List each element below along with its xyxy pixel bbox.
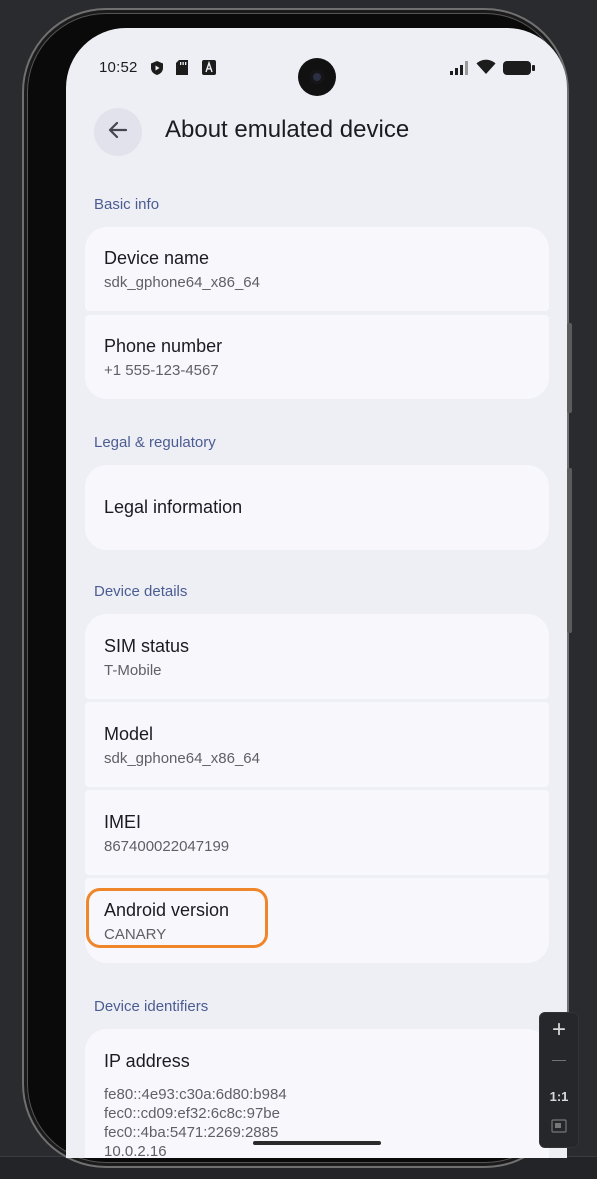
pref-legal-information[interactable]: Legal information: [85, 465, 549, 550]
a-notification-icon: [202, 60, 216, 80]
ip-line: fe80::4e93:c30a:6d80:b984: [104, 1086, 287, 1103]
pref-title: Phone number: [104, 336, 223, 356]
signal-icon: [450, 61, 470, 80]
section-legal: Legal & regulatory: [94, 434, 216, 451]
pref-ip-address[interactable]: IP address fe80::4e93:c30a:6d80:b984 fec…: [85, 1029, 549, 1158]
fit-screen-icon[interactable]: [540, 1119, 578, 1138]
pref-device-name[interactable]: Device name sdk_gphone64_x86_64: [85, 227, 549, 311]
pref-title: IMEI: [104, 812, 142, 832]
section-device-identifiers: Device identifiers: [94, 998, 209, 1015]
phone-frame: 10:52 About emulated device Basic info D…: [22, 8, 572, 1168]
ip-line: fec0::cd09:ef32:6c8c:97be: [104, 1105, 280, 1122]
pref-title: Device name: [104, 248, 210, 268]
device-screen: 10:52 About emulated device Basic info D…: [66, 28, 567, 1158]
ip-line: fec0::4ba:5471:2269:2885: [104, 1124, 279, 1141]
battery-icon: [503, 61, 535, 80]
front-camera: [298, 58, 336, 96]
volume-button: [567, 323, 572, 413]
zoom-controls: + — 1:1: [539, 1012, 579, 1148]
pref-summary: sdk_gphone64_x86_64: [104, 750, 260, 767]
zoom-out-button[interactable]: —: [540, 1051, 578, 1067]
arrow-left-icon: [107, 119, 129, 146]
status-time: 10:52: [99, 59, 138, 76]
pref-model[interactable]: Model sdk_gphone64_x86_64: [85, 702, 549, 787]
pref-sim-status[interactable]: SIM status T-Mobile: [85, 614, 549, 699]
pref-phone-number[interactable]: Phone number +1 555-123-4567: [85, 315, 549, 399]
pref-summary: 867400022047199: [104, 838, 230, 855]
pref-title: IP address: [104, 1051, 190, 1071]
pref-imei[interactable]: IMEI 867400022047199: [85, 790, 549, 875]
status-bar: 10:52: [66, 28, 567, 108]
gesture-navigation-bar[interactable]: [253, 1141, 381, 1145]
section-basic-info: Basic info: [94, 196, 160, 213]
power-button: [567, 468, 572, 633]
play-protect-icon: [150, 60, 164, 81]
pref-summary: fe80::4e93:c30a:6d80:b984 fec0::cd09:ef3…: [104, 1085, 287, 1158]
pref-title: Legal information: [104, 497, 243, 517]
wifi-icon: [476, 59, 496, 80]
pref-title: SIM status: [104, 636, 190, 656]
annotation-highlight: [86, 888, 268, 948]
page-title: About emulated device: [165, 116, 410, 143]
sd-card-icon: [176, 60, 188, 80]
back-button[interactable]: [94, 108, 142, 156]
pref-title: Model: [104, 724, 154, 744]
pref-summary: T-Mobile: [104, 662, 162, 679]
pref-summary: +1 555-123-4567: [104, 362, 219, 379]
zoom-in-button[interactable]: +: [540, 1017, 578, 1043]
pref-summary: sdk_gphone64_x86_64: [104, 274, 260, 291]
section-device-details: Device details: [94, 583, 188, 600]
actual-size-button[interactable]: 1:1: [540, 1089, 578, 1104]
